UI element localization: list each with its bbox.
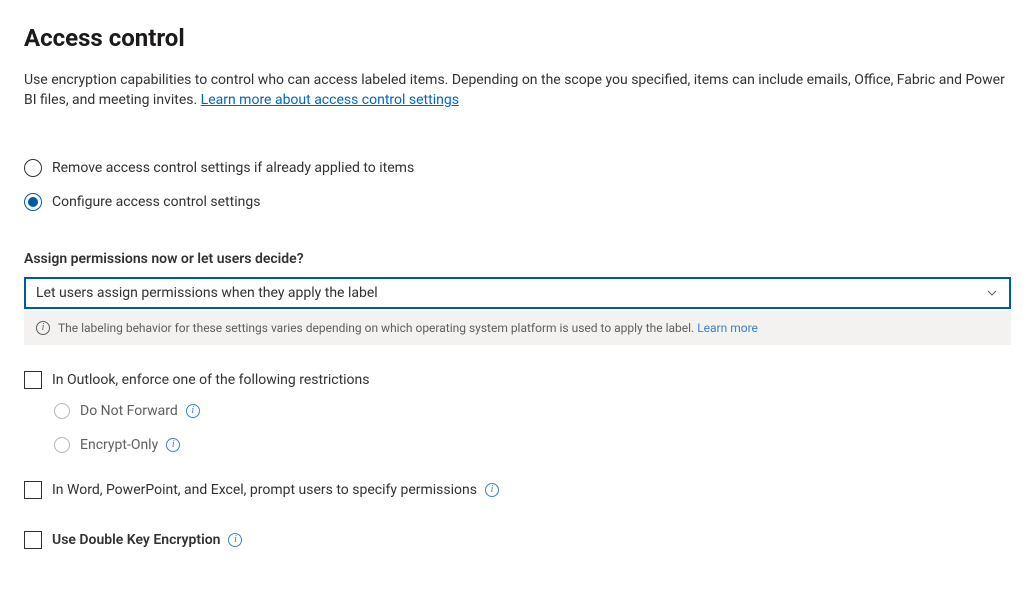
learn-more-access-control-link[interactable]: Learn more about access control settings bbox=[201, 92, 459, 108]
info-bar-learn-more-link[interactable]: Learn more bbox=[697, 321, 758, 335]
radio-remove-access[interactable]: Remove access control settings if alread… bbox=[24, 159, 1011, 177]
chevron-down-icon bbox=[985, 286, 999, 300]
info-bar: i The labeling behavior for these settin… bbox=[24, 311, 1011, 345]
office-prompt-row: In Word, PowerPoint, and Excel, prompt u… bbox=[24, 481, 1011, 499]
radio-configure-access[interactable]: Configure access control settings bbox=[24, 193, 1011, 211]
dke-label: Use Double Key Encryption bbox=[52, 532, 220, 548]
radio-icon bbox=[24, 159, 42, 177]
radio-icon bbox=[54, 403, 70, 419]
info-icon[interactable]: i bbox=[228, 533, 242, 547]
outlook-restrictions-group: Do Not Forward i Encrypt-Only i bbox=[54, 403, 1011, 453]
radio-remove-label: Remove access control settings if alread… bbox=[52, 160, 414, 176]
dke-checkbox[interactable] bbox=[24, 531, 42, 549]
outlook-enforce-label: In Outlook, enforce one of the following… bbox=[52, 372, 370, 388]
radio-icon bbox=[54, 437, 70, 453]
outlook-enforce-row: In Outlook, enforce one of the following… bbox=[24, 371, 1011, 389]
encrypt-only-label: Encrypt-Only bbox=[80, 437, 158, 453]
info-bar-text: The labeling behavior for these settings… bbox=[58, 321, 697, 335]
do-not-forward-label: Do Not Forward bbox=[80, 403, 178, 419]
info-icon[interactable]: i bbox=[166, 438, 180, 452]
radio-encrypt-only[interactable]: Encrypt-Only i bbox=[54, 437, 1011, 453]
info-icon: i bbox=[36, 321, 50, 335]
outlook-enforce-checkbox[interactable] bbox=[24, 371, 42, 389]
office-prompt-checkbox[interactable] bbox=[24, 481, 42, 499]
intro-text: Use encryption capabilities to control w… bbox=[24, 70, 1011, 111]
info-icon[interactable]: i bbox=[485, 483, 499, 497]
dropdown-selected-value: Let users assign permissions when they a… bbox=[36, 285, 378, 301]
dke-row: Use Double Key Encryption i bbox=[24, 531, 1011, 549]
radio-configure-label: Configure access control settings bbox=[52, 194, 260, 210]
office-prompt-label: In Word, PowerPoint, and Excel, prompt u… bbox=[52, 482, 477, 498]
info-icon[interactable]: i bbox=[186, 404, 200, 418]
page-title: Access control bbox=[24, 24, 1011, 52]
assign-permissions-label: Assign permissions now or let users deci… bbox=[24, 251, 1011, 267]
radio-do-not-forward[interactable]: Do Not Forward i bbox=[54, 403, 1011, 419]
radio-icon bbox=[24, 193, 42, 211]
access-control-mode-group: Remove access control settings if alread… bbox=[24, 159, 1011, 211]
intro-body: Use encryption capabilities to control w… bbox=[24, 72, 1005, 108]
assign-permissions-dropdown[interactable]: Let users assign permissions when they a… bbox=[24, 277, 1011, 309]
